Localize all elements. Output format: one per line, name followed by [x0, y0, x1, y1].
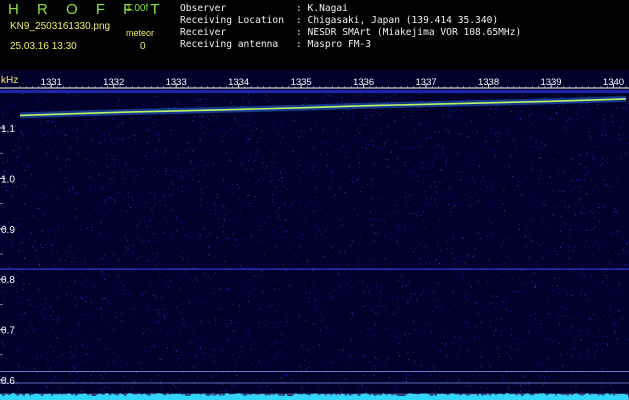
- antenna-label: Receiving antenna: [180, 39, 279, 50]
- y-tick-label: 0.6: [1, 376, 15, 387]
- y-tick-label: 0.9: [1, 225, 15, 236]
- meteor-count: 0: [140, 41, 146, 52]
- plot-background: [0, 70, 629, 400]
- y-axis-unit-label: kHz: [1, 75, 18, 86]
- observer-label: Observer: [180, 3, 227, 14]
- antenna-value: : Maspro FM-3: [296, 39, 372, 50]
- version-label: 1.00f: [126, 3, 149, 14]
- receiver-value: : NESDR SMArt (Miakejima VOR 108.65MHz): [296, 27, 522, 38]
- top-band: [0, 90, 629, 93]
- header-panel: H R O F F T 1.00f KN9_2503161330.png met…: [0, 0, 629, 70]
- receiver-label: Receiver: [180, 27, 227, 38]
- y-tick-label: 0.7: [1, 326, 15, 337]
- datetime-label: 25.03.16 13:30: [10, 41, 77, 52]
- filename-label: KN9_2503161330.png: [10, 21, 111, 32]
- y-tick-label: 0.8: [1, 275, 15, 286]
- y-tick-label: 1.0: [1, 174, 15, 185]
- location-value: : Chigasaki, Japan (139.414 35.340): [296, 15, 499, 26]
- spectrogram-plot: kHz 1331 1332 1333 1334 1335 1336 1337 1338 1339 1…: [0, 70, 629, 400]
- observer-value: : K.Nagai: [296, 3, 348, 14]
- location-label: Receiving Location: [180, 15, 284, 26]
- meteor-label: meteor: [126, 28, 155, 38]
- y-tick-label: 1.1: [1, 124, 15, 135]
